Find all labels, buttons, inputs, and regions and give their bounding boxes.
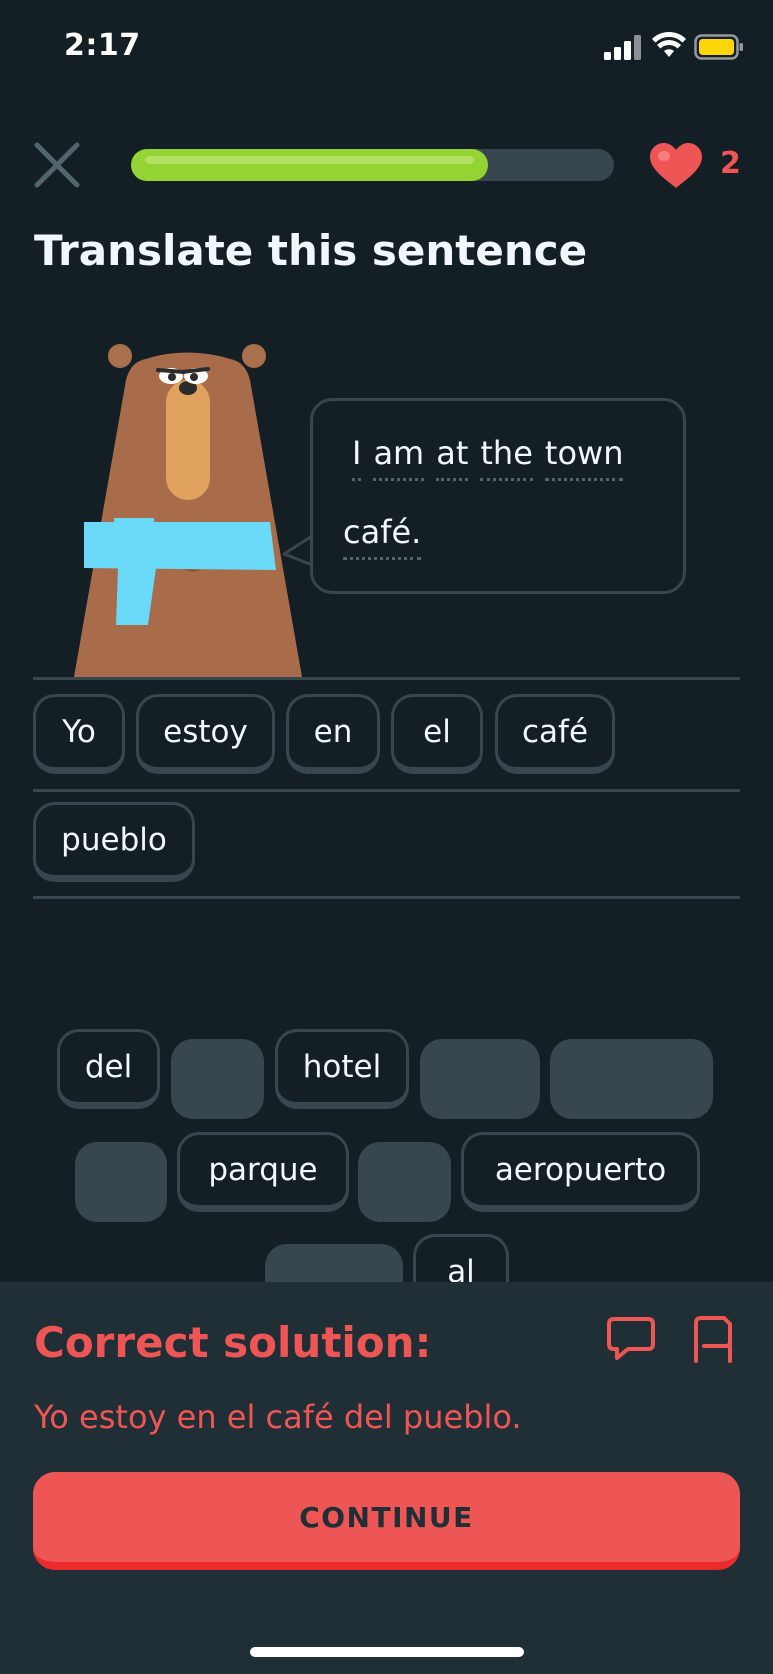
heart-icon	[650, 143, 702, 188]
answer-tile[interactable]: Yo	[33, 694, 125, 774]
prompt-word[interactable]: I	[352, 434, 362, 481]
word-bank-empty-slot	[420, 1039, 540, 1119]
word-bank-empty-slot	[358, 1142, 451, 1222]
lesson-progress-shine	[145, 156, 475, 164]
answer-line-middle	[33, 789, 740, 792]
home-indicator[interactable]	[250, 1647, 524, 1657]
answer-tile[interactable]: café	[495, 694, 615, 774]
answer-tile[interactable]: el	[391, 694, 483, 774]
answer-tile[interactable]: en	[286, 694, 380, 774]
word-bank-tile[interactable]: del	[57, 1029, 160, 1109]
prompt-word[interactable]: the	[480, 434, 533, 481]
word-bank-empty-slot	[75, 1142, 167, 1222]
speech-bubble	[310, 398, 686, 594]
correct-solution-text: Yo estoy en el café del pueblo.	[34, 1398, 522, 1436]
word-bank-empty-slot	[171, 1039, 264, 1119]
prompt-word[interactable]: café.	[343, 513, 422, 560]
comment-icon[interactable]	[606, 1316, 656, 1362]
answer-line-bottom	[33, 896, 740, 899]
prompt-line-2: café.	[343, 513, 422, 560]
prompt-word[interactable]: at	[436, 434, 469, 481]
battery-icon	[694, 34, 743, 60]
lesson-progress-fill	[131, 149, 489, 181]
close-icon[interactable]	[32, 140, 82, 190]
cellular-signal-icon	[604, 35, 641, 60]
word-bank-tile[interactable]: aeropuerto	[461, 1132, 700, 1212]
hearts-count: 2	[720, 146, 741, 181]
continue-button[interactable]: CONTINUE	[33, 1472, 740, 1570]
prompt-word[interactable]: town	[544, 434, 624, 481]
status-time: 2:17	[64, 28, 141, 63]
prompt-line-1: I am at the town	[352, 434, 624, 481]
report-flag-icon[interactable]	[690, 1314, 738, 1364]
exercise-title: Translate this sentence	[34, 226, 588, 275]
bear-character-illustration	[74, 344, 302, 677]
word-bank-empty-slot	[550, 1039, 713, 1119]
answer-tile[interactable]: estoy	[136, 694, 275, 774]
word-bank-tile[interactable]: hotel	[275, 1029, 409, 1109]
prompt-word[interactable]: am	[373, 434, 425, 481]
word-bank-tile[interactable]: parque	[177, 1132, 349, 1212]
wifi-icon	[652, 31, 686, 57]
answer-tile[interactable]: pueblo	[33, 802, 195, 882]
feedback-title: Correct solution:	[34, 1318, 432, 1367]
answer-line-top	[33, 677, 740, 680]
